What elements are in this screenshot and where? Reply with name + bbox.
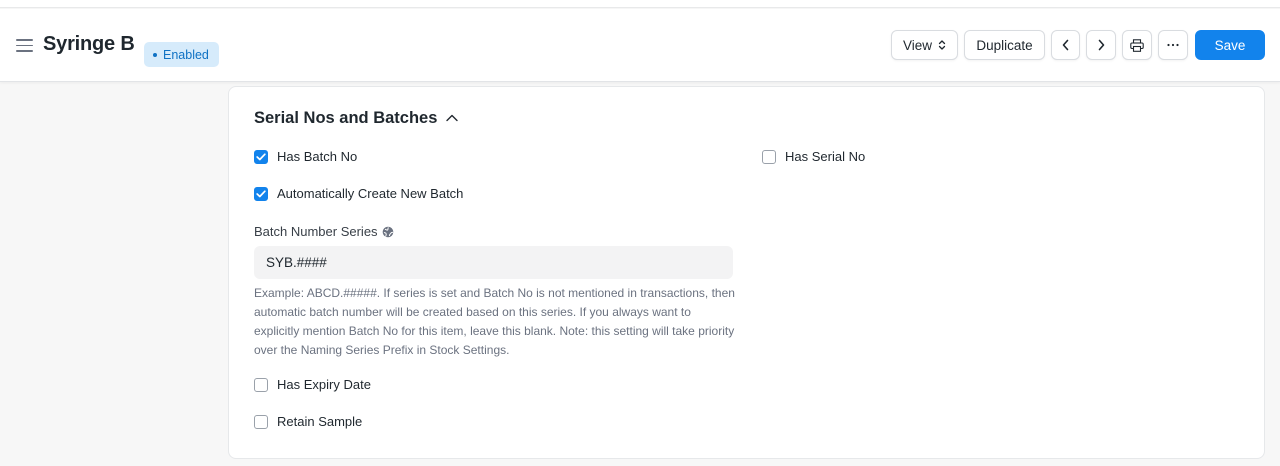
page-header: Syringe B Enabled View Duplicate Save: [0, 9, 1280, 82]
has-serial-no-checkbox[interactable]: Has Serial No: [762, 149, 865, 164]
printer-icon: [1130, 38, 1144, 52]
page-title: Syringe B: [43, 33, 135, 55]
has-expiry-date-label: Has Expiry Date: [277, 377, 371, 392]
chevron-left-icon: [1062, 39, 1068, 51]
retain-sample-label: Retain Sample: [277, 414, 363, 429]
batch-number-series-help: Example: ABCD.#####. If series is set an…: [254, 286, 735, 357]
print-button[interactable]: [1122, 30, 1152, 60]
auto-create-batch-checkbox[interactable]: Automatically Create New Batch: [254, 186, 463, 201]
has-batch-no-label: Has Batch No: [277, 149, 358, 164]
duplicate-button[interactable]: Duplicate: [964, 30, 1045, 60]
view-label: View: [902, 37, 933, 53]
status-dot-icon: [153, 52, 157, 57]
more-icon: [1167, 43, 1179, 47]
status-badge: Enabled: [144, 42, 219, 67]
save-button[interactable]: Save: [1195, 30, 1265, 60]
has-serial-no-label: Has Serial No: [785, 149, 866, 164]
chevron-right-icon: [1098, 39, 1105, 51]
has-expiry-date-checkbox[interactable]: Has Expiry Date: [254, 377, 371, 392]
checkbox-unchecked-icon[interactable]: [254, 377, 268, 392]
batch-number-series-input[interactable]: SYB.####: [254, 246, 733, 279]
batch-number-series-label-text: Batch Number Series: [254, 224, 378, 239]
top-strip: [0, 0, 1280, 8]
menu-icon[interactable]: [16, 39, 33, 52]
chevron-up-icon[interactable]: [445, 113, 459, 123]
globe-icon: [382, 226, 393, 237]
batch-number-series-label: Batch Number Series: [254, 224, 394, 239]
has-batch-no-checkbox[interactable]: Has Batch No: [254, 149, 357, 164]
previous-button[interactable]: [1051, 30, 1080, 60]
view-button[interactable]: View: [891, 30, 958, 60]
next-button[interactable]: [1086, 30, 1116, 60]
section-title: Serial Nos and Batches: [254, 109, 438, 127]
checkbox-unchecked-icon[interactable]: [762, 149, 776, 164]
section-card: Serial Nos and Batches Has Batch No Has …: [228, 86, 1265, 459]
checkbox-checked-icon[interactable]: [254, 149, 268, 164]
status-label: Enabled: [163, 47, 209, 62]
checkbox-checked-icon[interactable]: [254, 186, 268, 201]
checkbox-unchecked-icon[interactable]: [254, 414, 268, 429]
chevron-up-down-icon: [938, 40, 946, 50]
auto-create-batch-label: Automatically Create New Batch: [277, 186, 464, 201]
retain-sample-checkbox[interactable]: Retain Sample: [254, 414, 362, 429]
more-actions-button[interactable]: [1158, 30, 1188, 60]
